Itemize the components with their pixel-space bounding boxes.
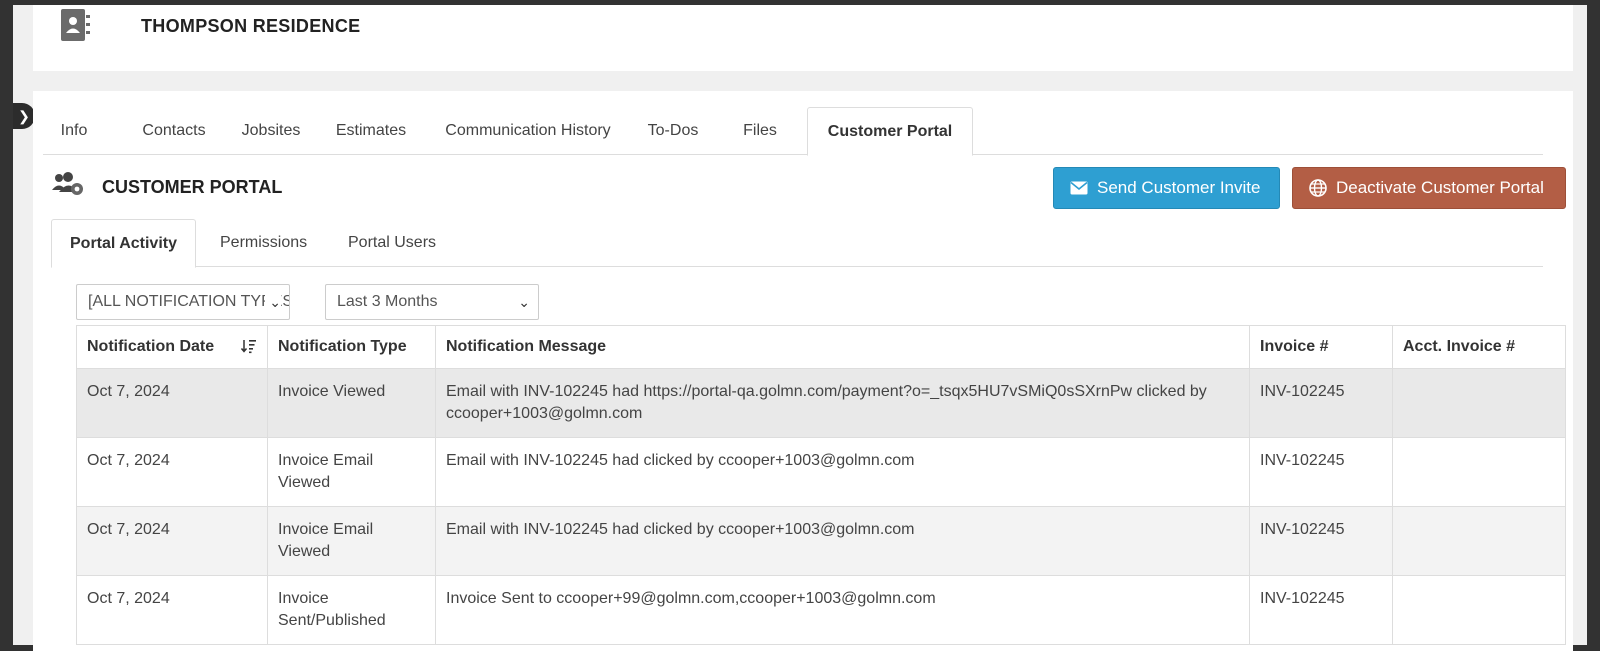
portal-subtabs: Portal Activity Permissions Portal Users [51, 219, 1543, 268]
cell-notification-date: Oct 7, 2024 [76, 368, 268, 438]
envelope-icon [1070, 181, 1088, 195]
tab-contacts[interactable]: Contacts [119, 107, 229, 155]
send-customer-invite-button[interactable]: Send Customer Invite [1053, 167, 1280, 209]
subtab-portal-activity[interactable]: Portal Activity [51, 219, 196, 268]
customer-title: THOMPSON RESIDENCE [141, 16, 361, 36]
chevron-down-icon: ⌄ [518, 294, 530, 310]
tab-jobsites[interactable]: Jobsites [223, 107, 319, 155]
date-range-value: Last 3 Months [337, 293, 438, 310]
deactivate-customer-portal-label: Deactivate Customer Portal [1336, 178, 1544, 197]
subtab-permissions[interactable]: Permissions [220, 219, 307, 267]
sidebar-toggle[interactable]: ❯ [13, 103, 35, 129]
subtab-portal-users[interactable]: Portal Users [348, 219, 436, 267]
cell-notification-message: Email with INV-102245 had https://portal… [435, 368, 1250, 438]
sort-descending-icon[interactable] [241, 338, 257, 354]
cell-invoice-number: INV-102245 [1249, 575, 1393, 645]
deactivate-customer-portal-button[interactable]: Deactivate Customer Portal [1292, 167, 1566, 209]
column-header-notification-message[interactable]: Notification Message [435, 325, 1250, 369]
chevron-down-icon: ⌄ [265, 285, 281, 319]
table-header-row: Notification Date Notification Type Noti… [76, 325, 1566, 369]
cell-notification-type: Invoice Viewed [267, 368, 436, 438]
column-header-notification-date[interactable]: Notification Date [76, 325, 268, 369]
tab-communication-history[interactable]: Communication History [435, 107, 621, 155]
chevron-right-icon: ❯ [18, 107, 30, 124]
cell-acct-invoice-number [1392, 506, 1566, 576]
cell-notification-type: Invoice Email Viewed [267, 437, 436, 507]
column-header-acct-invoice-number[interactable]: Acct. Invoice # [1392, 325, 1566, 369]
page: THOMPSON RESIDENCE ❯ Info Contacts Jobsi… [13, 5, 1587, 651]
cell-notification-type: Invoice Sent/Published [267, 575, 436, 645]
cell-invoice-number: INV-102245 [1249, 506, 1393, 576]
cell-acct-invoice-number [1392, 575, 1566, 645]
send-customer-invite-label: Send Customer Invite [1097, 178, 1261, 197]
column-header-label: Notification Date [87, 338, 215, 355]
cell-invoice-number: INV-102245 [1249, 437, 1393, 507]
column-header-invoice-number[interactable]: Invoice # [1249, 325, 1393, 369]
cell-acct-invoice-number [1392, 437, 1566, 507]
cell-notification-date: Oct 7, 2024 [76, 506, 268, 576]
customer-tabs: Info Contacts Jobsites Estimates Communi… [43, 107, 1543, 156]
customer-header: THOMPSON RESIDENCE [33, 5, 1573, 71]
cell-acct-invoice-number [1392, 368, 1566, 438]
tab-estimates[interactable]: Estimates [319, 107, 423, 155]
cell-notification-date: Oct 7, 2024 [76, 575, 268, 645]
cell-notification-message: Invoice Sent to ccooper+99@golmn.com,cco… [435, 575, 1250, 645]
address-book-icon [61, 9, 90, 41]
notification-type-value: [ALL NOTIFICATION TYPES] [88, 293, 290, 310]
date-range-select[interactable]: Last 3 Months ⌄ [325, 284, 539, 320]
cell-notification-message: Email with INV-102245 had clicked by cco… [435, 506, 1250, 576]
main-panel: Info Contacts Jobsites Estimates Communi… [33, 91, 1573, 651]
notification-table: Notification Date Notification Type Noti… [76, 325, 1566, 645]
tab-files[interactable]: Files [733, 107, 787, 155]
globe-icon [1309, 179, 1327, 197]
cell-notification-message: Email with INV-102245 had clicked by cco… [435, 437, 1250, 507]
cell-invoice-number: INV-102245 [1249, 368, 1393, 438]
cell-notification-type: Invoice Email Viewed [267, 506, 436, 576]
portal-section-title: CUSTOMER PORTAL [102, 177, 283, 197]
users-gear-icon [52, 172, 83, 195]
tab-to-dos[interactable]: To-Dos [635, 107, 711, 155]
table-row[interactable]: Oct 7, 2024 Invoice Email Viewed Email w… [76, 437, 1566, 507]
notification-type-select[interactable]: [ALL NOTIFICATION TYPES] ⌄ [76, 284, 290, 320]
tab-info[interactable]: Info [51, 107, 97, 155]
table-row[interactable]: Oct 7, 2024 Invoice Sent/Published Invoi… [76, 575, 1566, 645]
table-row[interactable]: Oct 7, 2024 Invoice Viewed Email with IN… [76, 368, 1566, 438]
column-header-notification-type[interactable]: Notification Type [267, 325, 436, 369]
table-row[interactable]: Oct 7, 2024 Invoice Email Viewed Email w… [76, 506, 1566, 576]
tab-customer-portal[interactable]: Customer Portal [807, 107, 973, 156]
cell-notification-date: Oct 7, 2024 [76, 437, 268, 507]
